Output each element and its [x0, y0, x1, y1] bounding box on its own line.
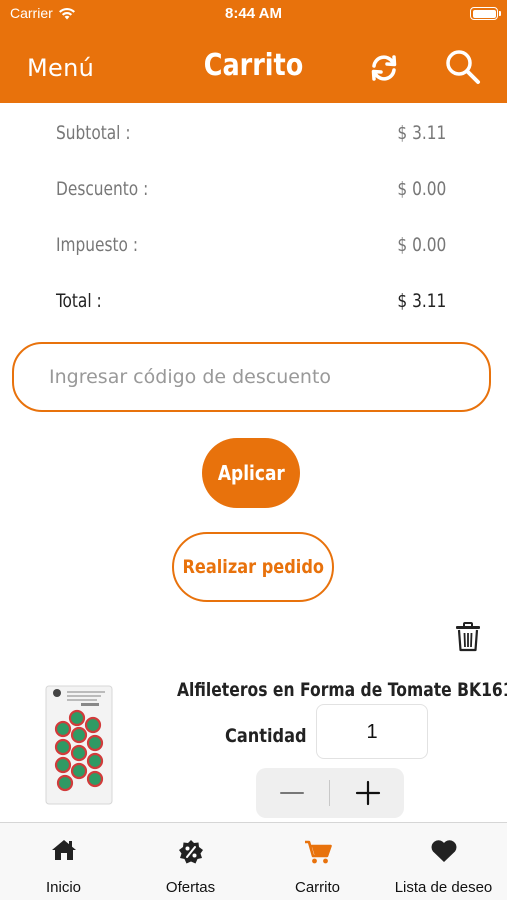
total-label: Total :: [56, 290, 102, 312]
search-icon[interactable]: [444, 48, 482, 86]
total-row: Total : $ 3.11: [56, 290, 446, 320]
page-title: Carrito: [203, 48, 304, 83]
discount-label: Descuento :: [56, 178, 149, 200]
tab-bar: Inicio Ofertas Carrito Lista de deseo: [0, 822, 507, 900]
place-order-button[interactable]: Realizar pedido: [172, 532, 334, 602]
total-value: $ 3.11: [397, 290, 446, 312]
discount-value: $ 0.00: [397, 178, 446, 200]
decrement-button[interactable]: [256, 768, 329, 818]
quantity-field[interactable]: 1: [316, 704, 428, 759]
discount-icon: [178, 840, 203, 864]
quantity-label-text: Cantidad: [225, 725, 307, 747]
tax-label: Impuesto :: [56, 234, 139, 256]
place-order-button-label: Realizar pedido: [182, 556, 324, 578]
battery-icon: [470, 7, 501, 20]
apply-button-label: Aplicar: [217, 461, 285, 485]
discount-code-input[interactable]: [12, 342, 491, 412]
tax-row: Impuesto : $ 0.00: [56, 234, 446, 264]
subtotal-row: Subtotal : $ 3.11: [56, 122, 446, 152]
home-icon: [51, 840, 76, 860]
trash-icon[interactable]: [455, 622, 481, 652]
refresh-icon[interactable]: [368, 52, 400, 84]
tab-lista-de-deseo[interactable]: Lista de deseo: [380, 823, 507, 900]
subtotal-value: $ 3.11: [397, 122, 446, 144]
nav-bar: Menú Carrito: [0, 28, 507, 103]
quantity-stepper: [256, 768, 404, 818]
tab-ofertas[interactable]: Ofertas: [127, 823, 254, 900]
quantity-label: Cantidad: [225, 725, 321, 747]
minus-icon: [280, 792, 304, 794]
tax-value: $ 0.00: [397, 234, 446, 256]
product-name-text: Alfileteros en Forma de Tomate BK161: [176, 679, 507, 701]
tab-lista-de-deseo-label: Lista de deseo: [394, 879, 493, 896]
stepper-divider: [329, 780, 330, 806]
cart-icon: [304, 840, 332, 864]
plus-icon: [355, 780, 381, 806]
increment-button[interactable]: [331, 768, 404, 818]
status-bar: Carrier 8:44 AM: [0, 0, 507, 28]
clock: 8:44 AM: [225, 5, 282, 22]
tab-inicio[interactable]: Inicio: [0, 823, 127, 900]
apply-button[interactable]: Aplicar: [202, 438, 300, 508]
discount-row: Descuento : $ 0.00: [56, 178, 446, 208]
product-name: Alfileteros en Forma de Tomate BK161: [140, 679, 507, 701]
subtotal-label: Subtotal :: [56, 122, 131, 144]
tab-carrito[interactable]: Carrito: [254, 823, 381, 900]
product-image: [45, 685, 113, 805]
tab-carrito-label: Carrito: [294, 879, 340, 896]
tab-ofertas-label: Ofertas: [165, 879, 216, 896]
heart-icon: [431, 840, 456, 862]
